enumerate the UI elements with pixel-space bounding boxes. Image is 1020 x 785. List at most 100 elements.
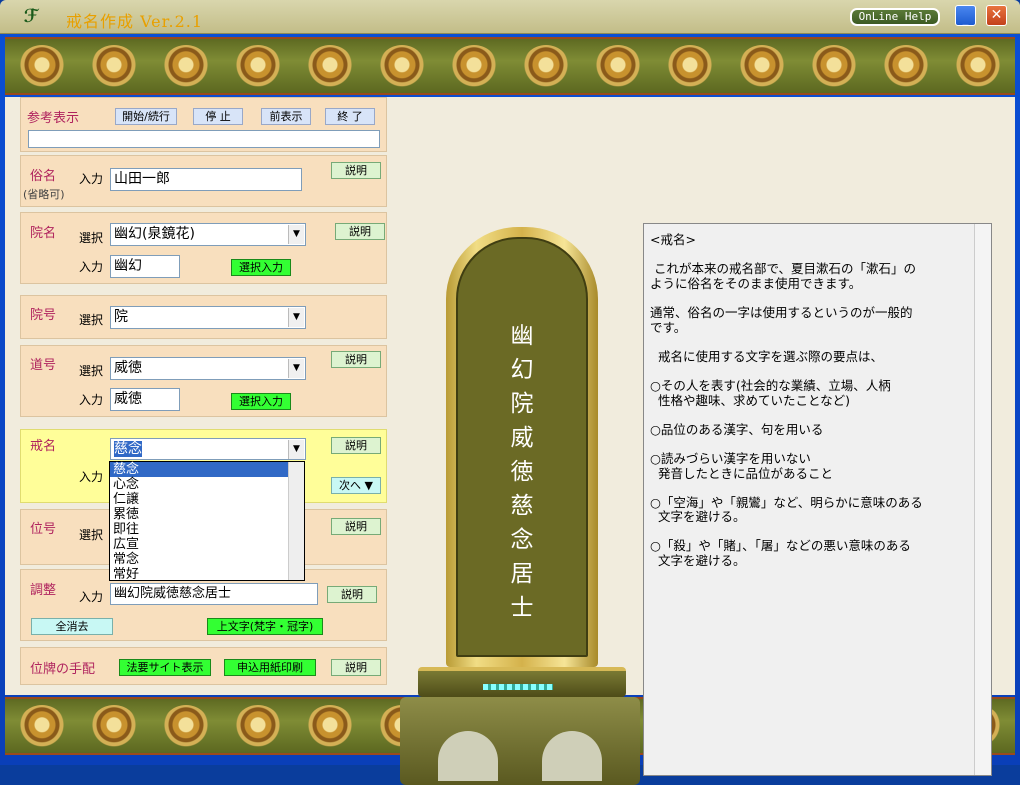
ingo-select-label: 選択 <box>79 231 104 245</box>
chevron-down-icon[interactable]: ▼ <box>288 359 304 378</box>
clear-all-button[interactable]: 全消去 <box>31 618 113 635</box>
ingo-select[interactable]: 幽幻(泉鏡花) ▼ <box>110 223 306 246</box>
adjust-label: 調整 <box>30 583 57 598</box>
ingo-input[interactable]: 幽幻 <box>110 255 180 278</box>
top-ornament-band <box>5 37 1015 95</box>
tablet-char: 幽 <box>510 323 534 349</box>
ingo-label: 院名 <box>30 226 57 241</box>
tablet-char: 徳 <box>510 459 534 485</box>
adjust-explain-button[interactable]: 説明 <box>327 586 377 603</box>
adjust-input-label: 入力 <box>79 590 104 604</box>
memorial-site-button[interactable]: 法要サイト表示 <box>119 659 211 676</box>
ornament-icon <box>737 45 787 89</box>
chevron-down-icon[interactable]: ▼ <box>288 440 304 459</box>
igo-label: 位号 <box>30 522 57 537</box>
ornament-icon <box>305 45 355 89</box>
dogo-input-label: 入力 <box>79 393 104 407</box>
ornament-icon <box>161 705 211 749</box>
kaimyo-label: 戒名 <box>30 439 57 454</box>
dogo-select[interactable]: 威徳 ▼ <box>110 357 306 380</box>
ingo2-panel: 院号 選択 院 ▼ <box>20 295 387 339</box>
zokumyo-label: 俗名 <box>30 169 57 184</box>
content-area: 参考表示 開始/続行 停 止 前表示 終 了 俗名 (省略可) 入力 山田一郎 … <box>5 97 1015 785</box>
kaimyo-dropdown-list[interactable]: 慈念 心念 仁譲 累徳 即往 広宣 常念 常好 <box>109 461 305 582</box>
ornament-icon <box>17 45 67 89</box>
list-item[interactable]: 慈念 <box>110 462 304 477</box>
ingo-input-label: 入力 <box>79 260 104 274</box>
tablet-char: 士 <box>510 595 534 621</box>
kaimyo-select[interactable]: 慈念 ▼ <box>110 438 306 460</box>
app-logo-icon: ℱ <box>23 6 39 27</box>
minimize-button[interactable]: _ <box>955 5 976 26</box>
list-item[interactable]: 即往 <box>110 522 304 537</box>
list-item[interactable]: 累徳 <box>110 507 304 522</box>
ornament-icon <box>377 45 427 89</box>
memorial-tablet: 幽 幻 院 威 徳 慈 念 居 士 <box>446 227 598 667</box>
zokumyo-input-label: 入力 <box>79 172 104 186</box>
tablet-char: 念 <box>510 527 534 553</box>
print-form-button[interactable]: 申込用紙印刷 <box>224 659 316 676</box>
kaimyo-explain-button[interactable]: 説明 <box>331 437 381 454</box>
list-item[interactable]: 常好 <box>110 567 304 582</box>
ornament-icon <box>89 45 139 89</box>
list-item[interactable]: 仁譲 <box>110 492 304 507</box>
tablet-char: 院 <box>510 391 534 417</box>
dogo-select-input-button[interactable]: 選択入力 <box>231 393 291 410</box>
ornament-icon <box>233 705 283 749</box>
dogo-select-label: 選択 <box>79 364 104 378</box>
ingo-explain-button[interactable]: 説明 <box>335 223 385 240</box>
tablet-gems <box>483 684 553 690</box>
reference-display-field[interactable] <box>28 130 380 148</box>
explanation-text: <戒名> これが本来の戒名部で、夏目漱石の「漱石」の ように俗名をそのまま使用で… <box>650 232 923 569</box>
ornament-icon <box>305 705 355 749</box>
ornament-icon <box>665 45 715 89</box>
ornament-icon <box>953 45 1003 89</box>
reference-label: 参考表示 <box>27 111 80 126</box>
igo-explain-button[interactable]: 説明 <box>331 518 381 535</box>
upper-character-button[interactable]: 上文字(梵字・冠字) <box>207 618 323 635</box>
chevron-down-icon[interactable]: ▼ <box>288 308 304 327</box>
tablet-base <box>400 697 640 785</box>
dogo-explain-button[interactable]: 説明 <box>331 351 381 368</box>
tablet-char: 幻 <box>510 357 534 383</box>
ornament-icon <box>449 45 499 89</box>
ihai-panel: 位牌の手配 法要サイト表示 申込用紙印刷 説明 <box>20 647 387 685</box>
list-item[interactable]: 広宣 <box>110 537 304 552</box>
window-title: 戒名作成 Ver.2.1 <box>66 12 204 31</box>
close-button[interactable]: ✕ <box>986 5 1007 26</box>
ingo-select-input-button[interactable]: 選択入力 <box>231 259 291 276</box>
ornament-icon <box>521 45 571 89</box>
end-button[interactable]: 終 了 <box>325 108 375 125</box>
ingo2-select[interactable]: 院 ▼ <box>110 306 306 329</box>
ornament-icon <box>881 45 931 89</box>
tablet-base-top <box>418 667 626 697</box>
ornament-icon <box>593 45 643 89</box>
ihai-explain-button[interactable]: 説明 <box>331 659 381 676</box>
igo-select-label: 選択 <box>79 528 104 542</box>
ornament-icon <box>161 45 211 89</box>
list-scrollbar[interactable] <box>288 462 304 580</box>
online-help-button[interactable]: OnLine Help <box>850 8 940 26</box>
start-button[interactable]: 開始/続行 <box>115 108 177 125</box>
dogo-input[interactable]: 威徳 <box>110 388 180 411</box>
zokumyo-input[interactable]: 山田一郎 <box>110 168 302 191</box>
explanation-textbox[interactable]: <戒名> これが本来の戒名部で、夏目漱石の「漱石」の ように俗名をそのまま使用で… <box>643 223 992 776</box>
dogo-label: 道号 <box>30 358 57 373</box>
zokumyo-explain-button[interactable]: 説明 <box>331 162 381 179</box>
next-button[interactable]: 次へ ▼ <box>331 477 381 494</box>
chevron-down-icon[interactable]: ▼ <box>288 225 304 244</box>
explanation-scrollbar[interactable] <box>974 224 991 775</box>
previous-button[interactable]: 前表示 <box>261 108 311 125</box>
title-bar[interactable]: ℱ 戒名作成 Ver.2.1 OnLine Help _ ✕ <box>0 0 1020 34</box>
ingo2-label: 院号 <box>30 308 57 323</box>
zokumyo-panel: 俗名 (省略可) 入力 山田一郎 説明 <box>20 155 387 207</box>
ornament-icon <box>809 45 859 89</box>
ingo2-select-label: 選択 <box>79 313 104 327</box>
tablet-char: 威 <box>510 425 534 451</box>
ornament-icon <box>89 705 139 749</box>
tablet-char: 居 <box>510 561 534 587</box>
adjust-input[interactable]: 幽幻院威徳慈念居士 <box>110 583 318 605</box>
stop-button[interactable]: 停 止 <box>193 108 243 125</box>
list-item[interactable]: 心念 <box>110 477 304 492</box>
list-item[interactable]: 常念 <box>110 552 304 567</box>
